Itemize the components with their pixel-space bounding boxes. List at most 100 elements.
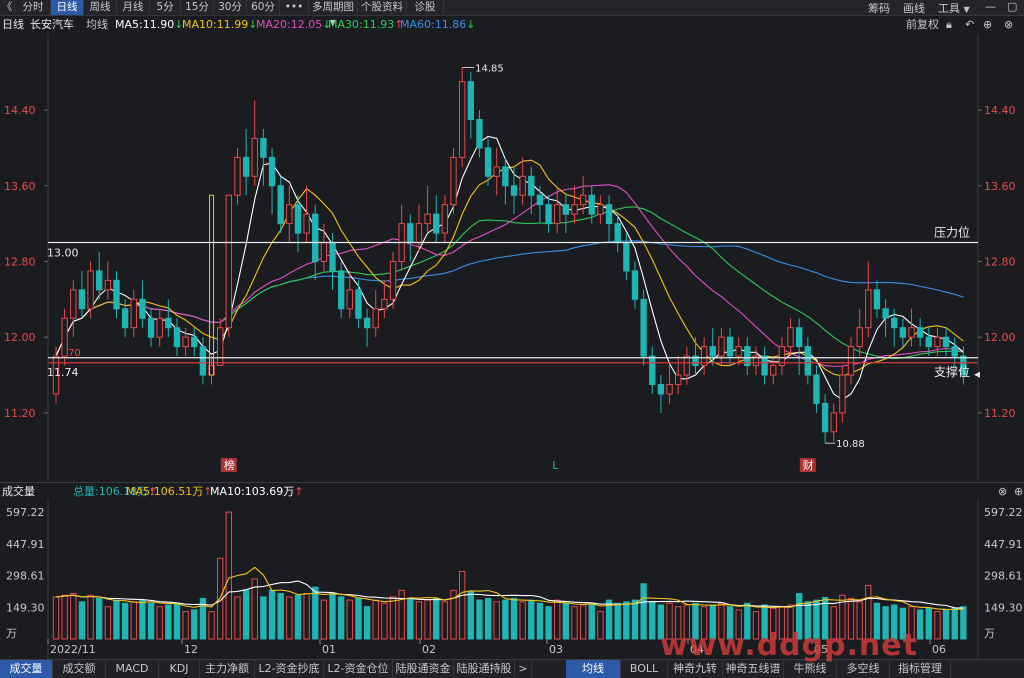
volume-bar xyxy=(61,594,68,640)
candle-body xyxy=(389,260,397,300)
tab-11[interactable]: 诊股 xyxy=(407,0,444,15)
price-label-right: 11.20 xyxy=(984,407,1016,420)
price-chart[interactable]: 14.40 13.60 12.80 12.00 11.20 14.40 13.60 12.80… xyxy=(0,34,1024,480)
low-marker-label: 10.88 xyxy=(836,439,865,450)
indicator-tab-0[interactable]: 成交量 xyxy=(0,660,53,678)
indicator-tab-8[interactable]: 陆股通持股 xyxy=(454,660,515,678)
candle xyxy=(467,72,474,139)
tab-3[interactable]: 月线 xyxy=(117,0,150,15)
candle-body xyxy=(346,289,353,310)
indicator-tab-3[interactable]: KDJ xyxy=(159,660,200,678)
indicator-tab-7[interactable]: 陆股通资金 xyxy=(393,660,454,678)
volume-bar xyxy=(579,604,587,640)
close-icon[interactable]: ⊗ xyxy=(1004,16,1013,34)
ma10-value: MA10:11.99↓ xyxy=(182,18,258,31)
candle-body xyxy=(173,327,181,348)
candle xyxy=(649,346,656,394)
tab-8[interactable]: ••• xyxy=(280,0,309,15)
restore-icon[interactable]: ▢ xyxy=(1007,0,1017,13)
volume-bar xyxy=(407,597,414,640)
add-icon[interactable]: ⊕ xyxy=(1014,483,1023,500)
volume-label-left: 万 xyxy=(6,627,17,640)
tab-4[interactable]: 5分 xyxy=(150,0,181,15)
lock-icon[interactable]: 🔒︎ xyxy=(946,16,952,34)
candle xyxy=(363,308,371,347)
tab-6[interactable]: 30分 xyxy=(214,0,247,15)
volume-bar xyxy=(165,604,172,640)
candle xyxy=(951,337,958,366)
candle-body xyxy=(925,336,932,348)
candle-body xyxy=(467,81,474,121)
candle-body xyxy=(579,194,587,206)
volume-bar xyxy=(191,609,198,640)
volume-bar xyxy=(268,589,276,640)
candle xyxy=(830,403,837,442)
candle xyxy=(718,327,725,366)
candle-body xyxy=(675,374,682,385)
volume-bar xyxy=(242,589,250,640)
candle-body xyxy=(441,204,449,234)
candle-body xyxy=(795,327,803,348)
tab-7[interactable]: 60分 xyxy=(247,0,280,15)
date-label: 02 xyxy=(422,643,436,656)
volume-bar xyxy=(545,606,552,640)
volume-bar xyxy=(614,602,621,640)
indicator-tab-5[interactable]: L2-资金抄底 xyxy=(255,660,324,678)
candle-body xyxy=(450,156,457,206)
candle-body xyxy=(951,346,958,357)
volume-bar xyxy=(916,609,924,640)
candle xyxy=(657,375,665,413)
adjust-mode[interactable]: 前复权 xyxy=(906,16,939,34)
indicator-tab-2[interactable]: MACD xyxy=(106,660,159,678)
tools-menu[interactable]: 工具 ▼ xyxy=(938,0,970,16)
candle-body xyxy=(605,204,613,225)
candle-body xyxy=(70,289,77,319)
volume-label-right: 298.61 xyxy=(984,570,1023,583)
overlay-tab-0[interactable]: 均线 xyxy=(566,660,621,678)
close-icon[interactable]: ⊗ xyxy=(998,483,1007,500)
candle-body xyxy=(830,412,837,433)
candle-body xyxy=(614,223,621,244)
volume-label-right: 万 xyxy=(984,627,995,640)
tab-9[interactable]: 多周期图 ▼ xyxy=(309,0,358,27)
volume-bar xyxy=(173,602,181,640)
volume-bar xyxy=(320,599,328,640)
minimize-icon[interactable]: — xyxy=(985,0,996,13)
tab-1[interactable]: 日线 xyxy=(51,0,84,15)
badge-bang: 榜 xyxy=(224,458,235,472)
volume-bar xyxy=(234,596,241,640)
candle-body xyxy=(510,185,518,196)
tab-5[interactable]: 15分 xyxy=(181,0,214,15)
candle xyxy=(61,308,68,366)
resistance-value: 13.00 xyxy=(47,247,79,260)
candle-body xyxy=(683,355,691,376)
volume-bar xyxy=(536,602,544,640)
date-label: 12 xyxy=(184,643,198,656)
tab-2[interactable]: 周线 xyxy=(84,0,117,15)
volume-bar xyxy=(381,602,388,640)
price-label-right: 12.00 xyxy=(984,331,1016,344)
candle-body xyxy=(381,298,388,310)
add-icon[interactable]: ⊕ xyxy=(983,16,992,34)
indicator-tab-6[interactable]: L2-资金仓位 xyxy=(324,660,393,678)
more-tabs-arrow[interactable]: > xyxy=(515,660,532,678)
price-label-right: 14.40 xyxy=(984,104,1016,117)
price-label-left: 12.80 xyxy=(4,255,36,268)
tab-0[interactable]: 分时 xyxy=(16,0,51,15)
tab-10[interactable]: 个股资料 xyxy=(358,0,407,15)
stock-name[interactable]: 长安汽车 xyxy=(30,16,74,34)
back-button[interactable]: 《 xyxy=(0,0,15,15)
candle-body xyxy=(320,242,328,262)
indicator-tab-4[interactable]: 主力净额 xyxy=(200,660,255,678)
ma-label[interactable]: 均线 xyxy=(86,16,108,34)
draw-line-button[interactable]: 画线 xyxy=(903,0,925,16)
candle xyxy=(87,261,94,319)
volume-label-right: 597.22 xyxy=(984,506,1023,519)
volume-bar xyxy=(484,597,492,640)
undo-icon[interactable]: ↶ xyxy=(965,16,974,34)
candle-body xyxy=(770,365,777,376)
indicator-tab-1[interactable]: 成交额 xyxy=(53,660,106,678)
candle-body xyxy=(484,147,492,177)
chip-button[interactable]: 筹码 xyxy=(868,0,890,16)
candle-body xyxy=(597,204,604,215)
